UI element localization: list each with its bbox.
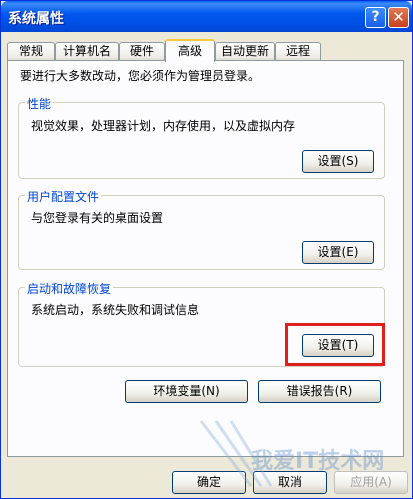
help-icon[interactable]: ?	[365, 7, 386, 28]
performance-group: 性能 视觉效果，处理器计划，内存使用，以及虚拟内存 设置(S)	[18, 95, 385, 179]
group-title-user-profiles: 用户配置文件	[25, 188, 102, 205]
apply-button[interactable]: 应用(A)	[334, 471, 408, 494]
admin-note: 要进行大多数改动，您必须作为管理员登录。	[20, 69, 261, 83]
highlight-box	[285, 323, 385, 366]
group-desc-user-profiles: 与您登录有关的桌面设置	[31, 211, 164, 225]
group-desc-performance: 视觉效果，处理器计划，内存使用，以及虚拟内存	[31, 119, 296, 133]
group-desc-startup-recovery: 系统启动，系统失败和调试信息	[31, 303, 200, 317]
tab-automatic-updates[interactable]: 自动更新	[215, 42, 275, 61]
ok-button[interactable]: 确定	[172, 471, 246, 494]
close-icon[interactable]: ✕	[388, 7, 409, 28]
user-profiles-settings-button[interactable]: 设置(E)	[302, 241, 374, 264]
user-profiles-group: 用户配置文件 与您登录有关的桌面设置 设置(E)	[18, 188, 385, 270]
tab-general[interactable]: 常规	[7, 42, 55, 61]
tab-computer-name[interactable]: 计算机名	[55, 42, 119, 61]
error-reporting-button[interactable]: 错误报告(R)	[258, 380, 381, 403]
cancel-button[interactable]: 取消	[253, 471, 327, 494]
environment-variables-button[interactable]: 环境变量(N)	[125, 380, 248, 403]
title-bar[interactable]: 系统属性 ? ✕	[1, 1, 412, 32]
system-properties-window: 系统属性 ? ✕ 常规 计算机名 硬件 高级 自动更新 远程 要进行大多数改动，…	[0, 0, 413, 499]
window-title: 系统属性	[8, 11, 64, 27]
tab-hardware[interactable]: 硬件	[119, 42, 165, 61]
tab-advanced[interactable]: 高级	[165, 39, 215, 62]
performance-settings-button[interactable]: 设置(S)	[302, 150, 374, 173]
group-title-startup-recovery: 启动和故障恢复	[25, 280, 114, 297]
group-title-performance: 性能	[25, 95, 54, 112]
tab-remote[interactable]: 远程	[275, 42, 321, 61]
